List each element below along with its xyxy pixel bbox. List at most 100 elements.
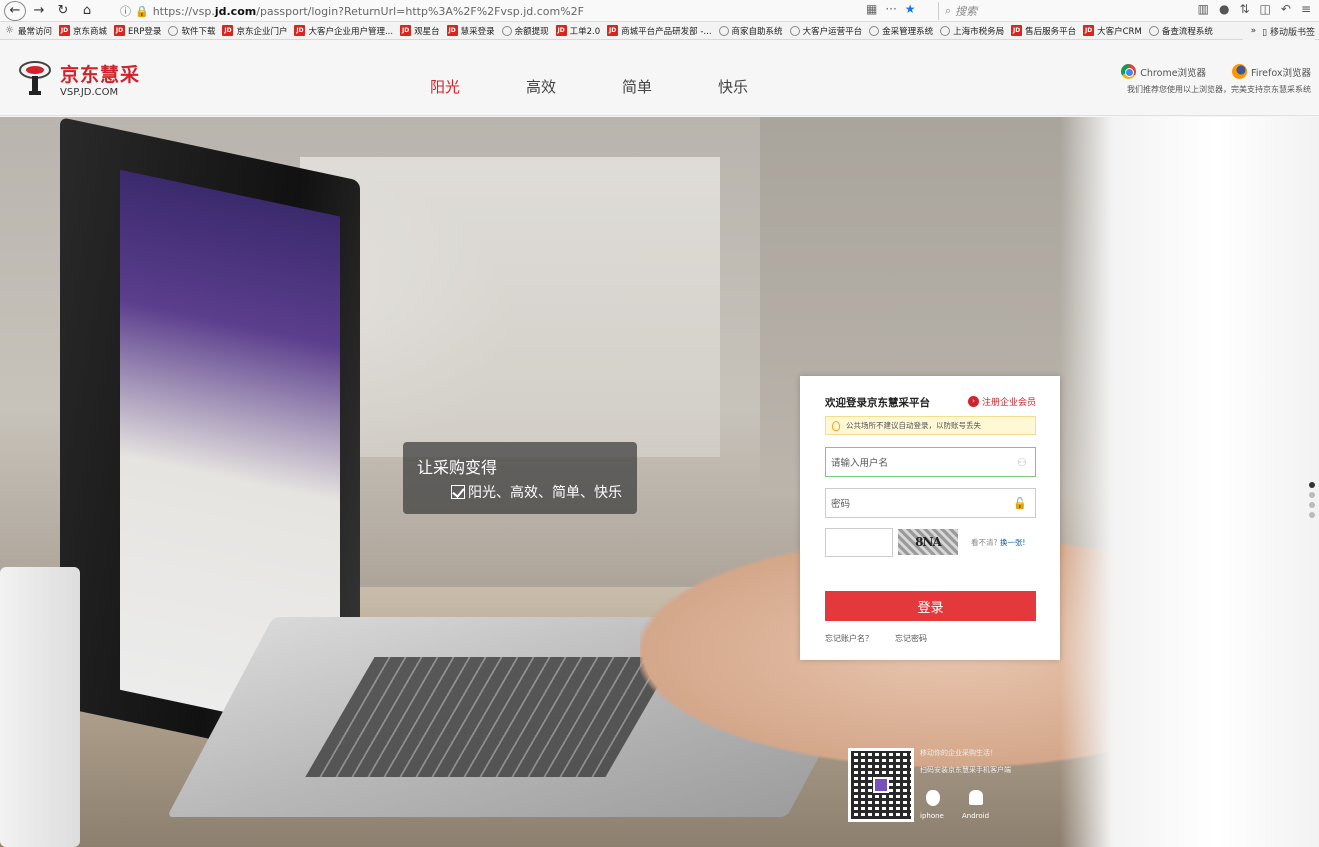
bookmark-item[interactable]: JD 京东商城 [59, 25, 107, 37]
globe-icon [940, 25, 951, 36]
login-button[interactable]: 登录 [825, 591, 1036, 621]
captcha-image[interactable]: 8NA [898, 529, 958, 555]
bookmark-label: 京东企业门户 [236, 26, 288, 37]
library-icon[interactable]: ▥ [1198, 2, 1209, 16]
carousel-dot[interactable] [1309, 492, 1315, 498]
captcha-refresh-link[interactable]: 换一张! [1000, 538, 1026, 547]
bookmark-item[interactable]: JD 大客户CRM [1083, 25, 1142, 37]
forgot-password-link[interactable]: 忘记密码 [895, 633, 927, 644]
bookmark-label: 工单2.0 [569, 26, 601, 37]
jd-icon: JD [1083, 25, 1095, 36]
chrome-label: Chrome浏览器 [1140, 67, 1207, 79]
bookmark-item[interactable]: JD 慧采登录 [446, 25, 495, 37]
bookmark-label: ERP登录 [128, 26, 162, 37]
bookmarks-more: » ▯ 移动版书签 [1242, 22, 1315, 40]
bookmark-item[interactable]: 备查流程系统 [1148, 25, 1213, 37]
sync-icon[interactable]: ⇅ [1239, 2, 1249, 16]
page-actions-menu[interactable]: ··· [885, 2, 896, 16]
bookmarks-overflow-button[interactable]: » [1251, 26, 1257, 36]
home-button[interactable]: ⌂ [76, 1, 98, 21]
bookmark-item[interactable]: 金采管理系统 [869, 25, 933, 37]
carousel-dot[interactable] [1309, 482, 1315, 488]
bookmark-item[interactable]: 上海市税务局 [940, 25, 1004, 37]
carousel-dots [1309, 482, 1315, 518]
site-logo[interactable]: 京东慧采 VSP.JD.COM [14, 58, 140, 100]
qr-code-image [848, 748, 914, 822]
bookmark-item[interactable]: JD 商城平台产品研发部 -... [607, 25, 712, 37]
bookmark-item[interactable]: JD 京东企业门户 [222, 25, 287, 37]
reload-button[interactable]: ↻ [52, 1, 74, 21]
captcha-text: 8NA [915, 535, 942, 549]
browser-recommendation: Chrome浏览器 Firefox浏览器 我们推荐您使用以上浏览器，完美支持京东… [1121, 64, 1311, 95]
url-path: /passport/login?ReturnUrl=http%3A%2F%2Fv… [256, 4, 584, 18]
forward-button[interactable]: → [28, 1, 50, 21]
checkbox-icon [451, 485, 465, 499]
arrow-right-icon: › [967, 396, 979, 407]
globe-icon [501, 25, 512, 36]
address-bar[interactable]: ⓘ 🔒 https://vsp. jd.com/passport/login?Re… [120, 2, 862, 20]
bookmark-item[interactable]: 商家自助系统 [718, 25, 783, 37]
globe-icon [1148, 25, 1159, 36]
jd-icon: JD [294, 25, 306, 36]
nav-item-happy[interactable]: 快乐 [718, 76, 814, 97]
bookmark-label: 大客户企业用户管理... [308, 26, 394, 37]
android-icon[interactable] [969, 790, 983, 805]
forgot-username-link[interactable]: 忘记账户名？ [825, 633, 873, 644]
jd-icon: JD [400, 25, 412, 36]
search-input[interactable]: ⌕ 搜索 [938, 2, 1158, 20]
bookmark-item[interactable]: 大客户运营平台 [789, 25, 863, 37]
url-host: jd.com [214, 4, 257, 18]
android-label[interactable]: Android [962, 812, 989, 820]
bookmark-item[interactable]: JD 观星台 [400, 25, 440, 37]
sidebar-icon[interactable]: ◫ [1260, 2, 1271, 16]
password-placeholder: 密码 [831, 499, 851, 510]
bookmark-label: 商家自助系统 [731, 26, 783, 37]
bookmark-item[interactable]: 软件下载 [168, 25, 215, 37]
lock-icon: 🔒 [135, 4, 149, 18]
globe-icon [168, 25, 179, 36]
chat-icon[interactable]: ● [1219, 2, 1229, 16]
username-field[interactable]: 请输入用户名 ⚇ [825, 447, 1036, 477]
bookmark-label: 大客户运营平台 [802, 26, 863, 37]
bookmark-label: 京东商城 [73, 26, 108, 37]
bookmark-item[interactable]: JD 工单2.0 [555, 25, 601, 37]
bookmark-star-icon[interactable]: ★ [905, 2, 916, 16]
browser-toolbar: ← → ↻ ⌂ ⓘ 🔒 https://vsp. jd.com/passport/… [0, 0, 1319, 22]
qr-code-icon[interactable]: ▦ [866, 2, 877, 16]
undo-icon[interactable]: ↶ [1281, 2, 1291, 16]
nav-item-sunshine[interactable]: 阳光 [430, 76, 526, 97]
password-field[interactable]: 密码 🔓 [825, 488, 1036, 518]
back-button[interactable]: ← [4, 0, 26, 21]
jd-icon: JD [222, 25, 234, 36]
chrome-icon [1121, 64, 1137, 79]
mobile-bookmarks[interactable]: ▯ 移动版书签 [1262, 25, 1315, 38]
carousel-dot[interactable] [1309, 502, 1315, 508]
gear-icon: ☼ [5, 25, 14, 36]
jd-icon: JD [59, 25, 71, 36]
nav-item-efficient[interactable]: 高效 [526, 76, 622, 97]
bookmark-item[interactable]: 余额提现 [501, 25, 549, 37]
bookmark-item[interactable]: JD 大客户企业用户管理... [294, 25, 393, 37]
captcha-hint: 看不清? [971, 538, 998, 547]
captcha-input[interactable] [825, 528, 893, 557]
search-placeholder: 搜索 [955, 5, 978, 18]
bookmark-label: 最常访问 [18, 26, 53, 37]
bookmark-item[interactable]: JD 售后服务平台 [1011, 25, 1076, 37]
firefox-download-link[interactable]: Firefox浏览器 [1232, 64, 1311, 79]
app-promo: 移动你的企业采购生活！ 扫码安装京东慧采手机客户端 iphone Android [848, 748, 1058, 828]
bookmark-label: 金采管理系统 [882, 26, 934, 37]
register-link[interactable]: › 注册企业会员 [967, 395, 1036, 408]
chrome-download-link[interactable]: Chrome浏览器 [1121, 64, 1206, 79]
bookmarks-bar: ☼ 最常访问 JD 京东商城 JD ERP登录 软件下载 JD 京东企业门户 JD 大客户企业用户管… [0, 22, 1319, 40]
menu-icon[interactable]: ≡ [1301, 2, 1311, 16]
ios-label[interactable]: iphone [920, 812, 944, 820]
nav-item-simple[interactable]: 简单 [622, 76, 718, 97]
bookmark-item[interactable]: ☼ 最常访问 [4, 25, 52, 37]
apple-icon[interactable] [926, 790, 940, 806]
jd-icon: JD [446, 25, 458, 36]
carousel-dot[interactable] [1309, 512, 1315, 518]
hero-person [1060, 117, 1319, 847]
login-notice: 公共场所不建议自动登录，以防账号丢失 [825, 416, 1036, 435]
captcha-refresh: 看不清? 换一张! [971, 537, 1025, 548]
bookmark-item[interactable]: JD ERP登录 [114, 25, 161, 37]
